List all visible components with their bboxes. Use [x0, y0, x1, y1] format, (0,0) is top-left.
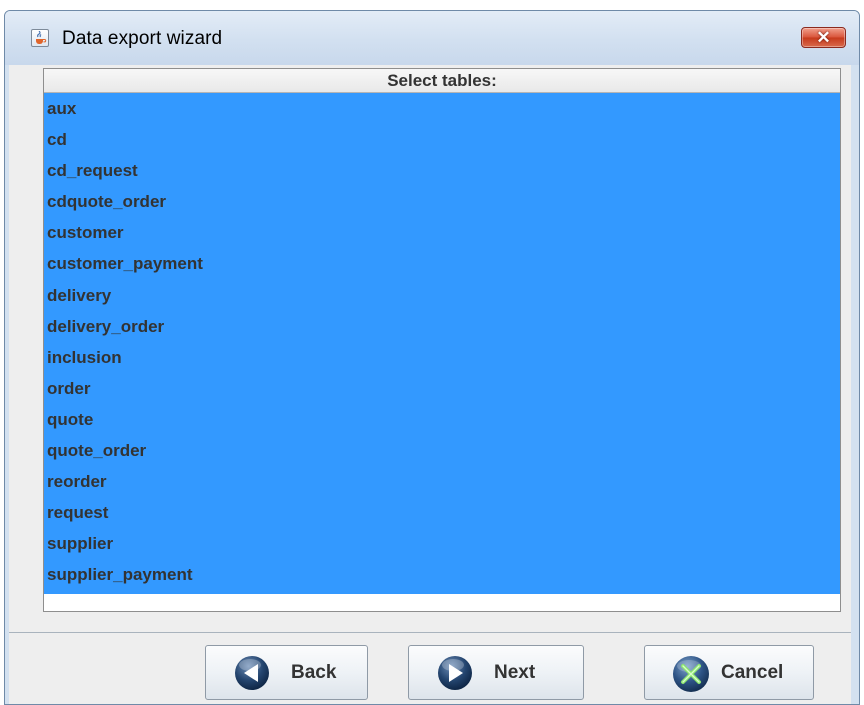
list-item[interactable]: quote [44, 404, 840, 435]
next-button-label: Next [494, 662, 536, 683]
close-icon: ✕ [816, 28, 831, 47]
list-item[interactable]: quote_order [44, 435, 840, 466]
back-button-label: Back [291, 662, 337, 683]
list-item[interactable]: inclusion [44, 342, 840, 373]
next-button[interactable]: Next [408, 645, 584, 700]
tables-list-panel: Select tables: aux cd cd_request cdquote… [43, 68, 841, 612]
list-item[interactable]: order [44, 373, 840, 404]
list-item[interactable]: request [44, 497, 840, 528]
list-item[interactable]: customer_payment [44, 248, 840, 279]
list-item[interactable]: supplier [44, 528, 840, 559]
list-item[interactable]: delivery_order [44, 311, 840, 342]
list-item[interactable]: delivery [44, 280, 840, 311]
close-button[interactable]: ✕ [801, 27, 846, 48]
window-title: Data export wizard [62, 28, 223, 49]
wizard-window: Data export wizard ✕ Select tables: aux … [4, 10, 860, 705]
list-header: Select tables: [44, 69, 840, 93]
button-bar-separator [9, 632, 851, 633]
list-item[interactable]: cd_request [44, 155, 840, 186]
title-bar[interactable]: Data export wizard ✕ [5, 11, 859, 65]
list-item[interactable]: cdquote_order [44, 186, 840, 217]
java-cup-icon [31, 29, 49, 47]
list-item[interactable]: reorder [44, 466, 840, 497]
back-button[interactable]: Back [205, 645, 368, 700]
cancel-x-icon [673, 656, 709, 692]
tables-list[interactable]: aux cd cd_request cdquote_order customer… [44, 93, 840, 594]
wizard-content: Select tables: aux cd cd_request cdquote… [9, 65, 851, 704]
list-item[interactable]: supplier_payment [44, 559, 840, 590]
list-item[interactable]: aux [44, 93, 840, 124]
list-item[interactable]: cd [44, 124, 840, 155]
list-item[interactable]: customer [44, 217, 840, 248]
arrow-left-icon [235, 656, 269, 690]
arrow-right-icon [438, 656, 472, 690]
cancel-button-label: Cancel [721, 662, 784, 683]
cancel-button[interactable]: Cancel [644, 645, 814, 700]
